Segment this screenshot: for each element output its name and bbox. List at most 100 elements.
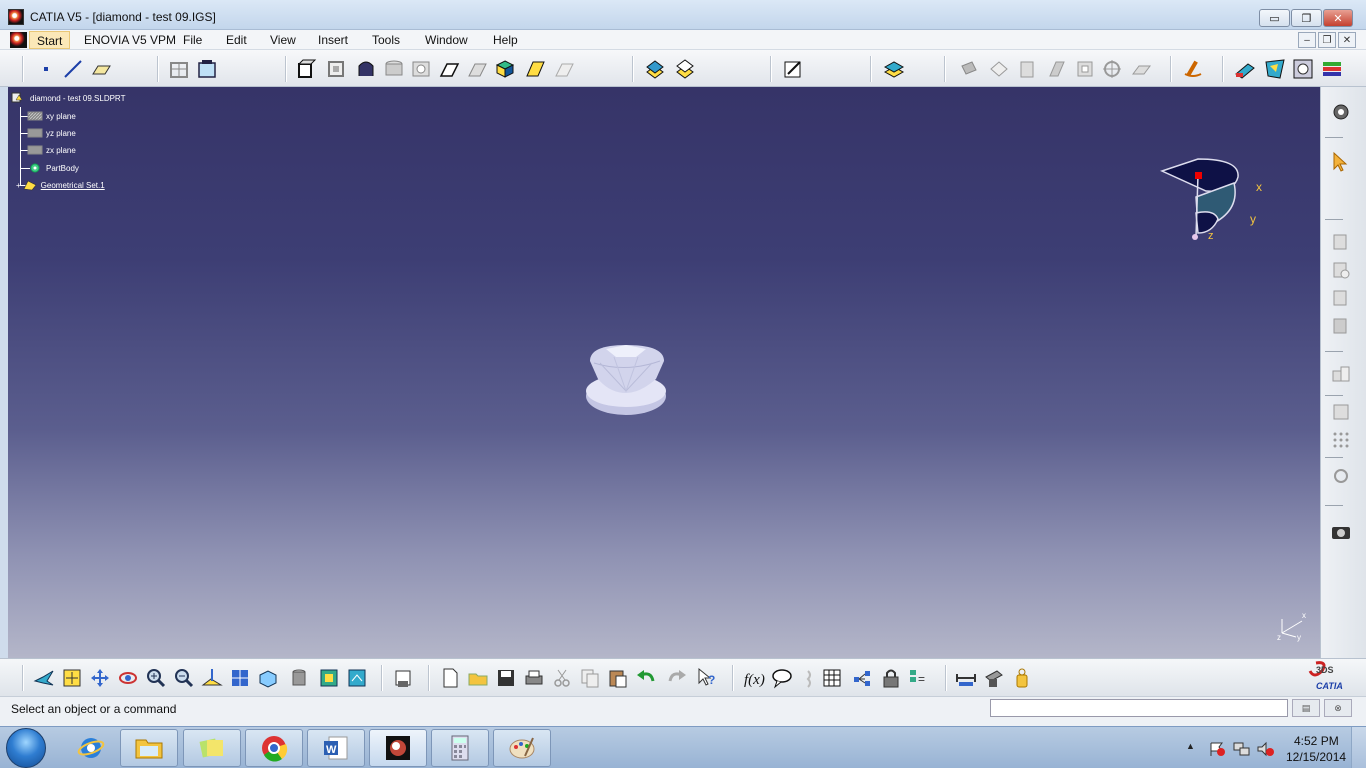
law-icon[interactable] xyxy=(851,667,873,689)
menu-tools[interactable]: Tools xyxy=(372,33,400,47)
open-folder-icon[interactable] xyxy=(467,667,489,689)
tree-item-partbody[interactable]: PartBody xyxy=(27,162,79,174)
thickness-icon[interactable] xyxy=(1074,58,1096,80)
solid-combine-icon[interactable] xyxy=(553,58,575,80)
draft-analysis-icon[interactable] xyxy=(782,58,804,80)
tree-root-part[interactable]: diamond - test 09.SLDPRT xyxy=(11,92,125,104)
menu-help[interactable]: Help xyxy=(493,33,518,47)
gear-settings-icon[interactable] xyxy=(1330,101,1352,123)
tree-item-zx-plane[interactable]: zx plane xyxy=(27,144,76,156)
rotate-icon[interactable] xyxy=(117,667,139,689)
windows-start-button[interactable] xyxy=(6,728,46,768)
power-input-history-button[interactable]: ▤ xyxy=(1292,699,1320,717)
ie-taskbar-icon[interactable] xyxy=(62,729,120,767)
fit-all-icon[interactable] xyxy=(61,667,83,689)
plane-icon[interactable] xyxy=(90,58,112,80)
restore-button[interactable]: ❐ xyxy=(1291,9,1322,27)
shading-icon[interactable] xyxy=(288,667,310,689)
measure-icon[interactable] xyxy=(1182,58,1204,80)
power-input-cancel-button[interactable]: ⊗ xyxy=(1324,699,1352,717)
show-desktop-button[interactable] xyxy=(1351,727,1366,768)
hide-show-icon[interactable] xyxy=(318,667,340,689)
copy-icon[interactable] xyxy=(579,667,601,689)
menu-edit[interactable]: Edit xyxy=(226,33,247,47)
compass-widget[interactable]: x y z xyxy=(1154,153,1264,245)
chevron-up-icon[interactable]: ▲ xyxy=(1186,741,1195,751)
shaft-icon[interactable] xyxy=(355,58,377,80)
dress-up-icon[interactable] xyxy=(958,58,980,80)
print-icon[interactable] xyxy=(523,667,545,689)
snap-tool-icon[interactable] xyxy=(1330,465,1352,487)
tree-item-yz-plane[interactable]: yz plane xyxy=(27,127,76,139)
rib-icon[interactable] xyxy=(438,58,460,80)
paint-taskbar-button[interactable] xyxy=(493,729,551,767)
point-icon[interactable] xyxy=(35,58,57,80)
paste-icon[interactable] xyxy=(607,667,629,689)
measure-item-icon[interactable] xyxy=(983,667,1005,689)
calculator-taskbar-button[interactable] xyxy=(431,729,489,767)
thick-surface-icon[interactable] xyxy=(674,58,696,80)
transform-tool-icon[interactable] xyxy=(1330,315,1352,337)
remove-multi-section-icon[interactable] xyxy=(524,58,546,80)
menu-start[interactable]: Start xyxy=(29,31,71,49)
apply-material-icon[interactable] xyxy=(1234,58,1256,80)
groove-icon[interactable] xyxy=(383,58,405,80)
layers-icon[interactable] xyxy=(883,58,905,80)
save-icon[interactable] xyxy=(495,667,517,689)
swap-visible-space-icon[interactable] xyxy=(346,667,368,689)
shell-icon[interactable] xyxy=(1046,58,1068,80)
word-taskbar-button[interactable]: W xyxy=(307,729,365,767)
multi-section-solid-icon[interactable] xyxy=(494,58,516,80)
grid-frame-icon[interactable] xyxy=(168,58,190,80)
menu-window[interactable]: Window xyxy=(425,33,468,47)
grid-tool-icon[interactable] xyxy=(1330,429,1352,451)
rule-icon[interactable] xyxy=(799,667,821,689)
explorer-taskbar-button[interactable] xyxy=(120,729,178,767)
doc-minimize-button[interactable]: – xyxy=(1298,32,1316,48)
catia-taskbar-button[interactable] xyxy=(369,729,427,767)
chamfer-icon[interactable] xyxy=(988,58,1010,80)
menu-file[interactable]: File xyxy=(183,33,202,47)
whats-this-icon[interactable]: ? xyxy=(696,667,718,689)
tree-item-geometrical-set[interactable]: + Geometrical Set.1 xyxy=(16,179,105,191)
constraint-tool-icon[interactable] xyxy=(1330,287,1352,309)
volume-muted-icon[interactable] xyxy=(1257,741,1275,757)
lock-icon[interactable] xyxy=(880,667,902,689)
slot-icon[interactable] xyxy=(466,58,488,80)
pan-icon[interactable] xyxy=(89,667,111,689)
zoom-out-icon[interactable] xyxy=(173,667,195,689)
fillet-icon[interactable] xyxy=(1016,58,1038,80)
3d-viewport[interactable]: diamond - test 09.SLDPRT xy plane yz pla… xyxy=(8,87,1320,658)
compass-red-handle[interactable] xyxy=(1195,172,1202,179)
iso-view-icon[interactable] xyxy=(257,667,279,689)
parameter-icon[interactable]: = xyxy=(908,667,930,689)
select-cursor-icon[interactable] xyxy=(1330,151,1352,173)
new-file-icon[interactable] xyxy=(439,667,461,689)
normal-view-icon[interactable] xyxy=(201,667,223,689)
pad-icon[interactable] xyxy=(295,58,317,80)
clock-time[interactable]: 4:52 PM xyxy=(1294,734,1339,748)
sketch-tool-icon[interactable] xyxy=(1330,231,1352,253)
split-icon[interactable] xyxy=(644,58,666,80)
mirror-icon[interactable] xyxy=(1101,58,1123,80)
tree-item-xy-plane[interactable]: xy plane xyxy=(27,110,76,122)
doc-restore-button[interactable]: ❐ xyxy=(1318,32,1336,48)
catia-doc-icon[interactable] xyxy=(10,32,27,48)
print-preview-icon[interactable] xyxy=(392,667,414,689)
boolean-tool-icon[interactable] xyxy=(1330,363,1352,385)
hole-icon[interactable] xyxy=(410,58,432,80)
pocket-icon[interactable] xyxy=(325,58,347,80)
knowledge-icon[interactable] xyxy=(1264,58,1286,80)
zoom-in-icon[interactable] xyxy=(145,667,167,689)
profile-tool-icon[interactable] xyxy=(1330,259,1352,281)
clock-date[interactable]: 12/15/2014 xyxy=(1286,750,1346,764)
measure-between-icon[interactable] xyxy=(955,667,977,689)
power-input-field[interactable] xyxy=(990,699,1288,717)
menu-insert[interactable]: Insert xyxy=(318,33,348,47)
camera-icon[interactable] xyxy=(1330,521,1352,543)
analysis-icon[interactable] xyxy=(1292,58,1314,80)
menu-view[interactable]: View xyxy=(270,33,296,47)
sticky-notes-taskbar-button[interactable] xyxy=(183,729,241,767)
action-center-flag-icon[interactable] xyxy=(1208,741,1226,757)
network-icon[interactable] xyxy=(1233,741,1251,757)
